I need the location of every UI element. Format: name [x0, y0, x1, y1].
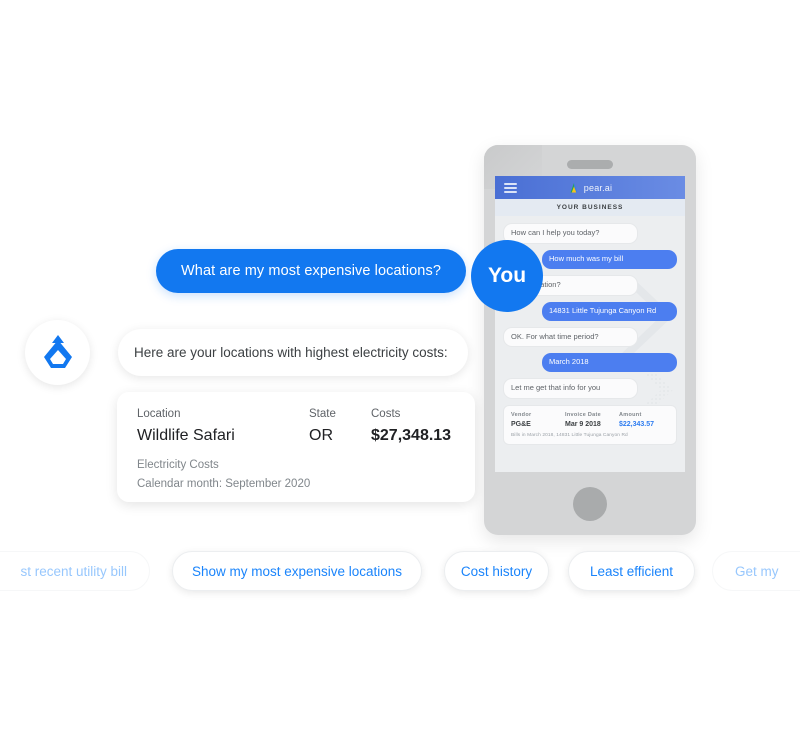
app-brand: pear.ai	[568, 182, 612, 194]
result-value-costs: $27,348.13	[371, 427, 452, 444]
chat-message-bot: Let me get that info for you	[503, 378, 638, 400]
user-question-bubble: What are my most expensive locations?	[156, 249, 466, 293]
result-header-location: Location	[137, 408, 181, 420]
result-header-state: State	[309, 408, 336, 420]
invoice-header-amount: Amount	[619, 412, 642, 419]
chat-message-user: March 2018	[542, 353, 677, 373]
mockup-canvas: pear.ai YOUR BUSINESS How can I help you	[0, 0, 800, 740]
result-period: Calendar month: September 2020	[137, 477, 311, 490]
result-header-costs: Costs	[371, 408, 401, 420]
hamburger-menu-icon[interactable]	[504, 182, 517, 193]
invoice-header-date: Invoice Date	[565, 412, 602, 419]
invoice-value-amount: $22,343.57	[619, 421, 655, 429]
bot-avatar	[25, 320, 90, 385]
invoice-result-card: Vendor Invoice Date Amount PG&E Mar 9 20…	[503, 405, 677, 446]
chat-message-user: 14831 Little Tujunga Canyon Rd	[542, 301, 677, 321]
suggestion-chip-label: Show my most expensive locations	[191, 563, 403, 579]
result-value-row: Wildlife Safari OR $27,348.13	[137, 427, 455, 445]
suggestion-chip-label: Get my	[735, 563, 779, 579]
invoice-header-vendor: Vendor	[511, 412, 532, 419]
invoice-footnote: Bills in March 2018, 14831 Little Tujung…	[511, 433, 628, 439]
invoice-header-row: Vendor Invoice Date Amount	[511, 412, 669, 421]
chat-message-bot: How can I help you today?	[503, 223, 638, 244]
suggestion-chip-row: st recent utility bill Show my most expe…	[0, 551, 800, 591]
suggestion-chip-label: Cost history	[460, 563, 533, 579]
phone-mockup: pear.ai YOUR BUSINESS How can I help you	[484, 145, 696, 535]
you-avatar-badge: You	[471, 240, 543, 312]
bot-reply-bubble: Here are your locations with highest ele…	[118, 329, 468, 376]
business-header-label: YOUR BUSINESS	[556, 204, 624, 211]
result-value-location: Wildlife Safari	[137, 427, 235, 444]
pear-ai-triangle-logo-icon	[570, 182, 578, 192]
suggestion-chip[interactable]: Get my	[712, 551, 800, 591]
you-badge-label: You	[487, 264, 527, 287]
water-drop-logo-icon	[43, 334, 72, 368]
suggestion-chip[interactable]: Cost history	[444, 551, 549, 591]
result-value-state: OR	[309, 427, 333, 444]
location-result-card: Location State Costs Wildlife Safari OR …	[117, 392, 475, 502]
suggestion-chip[interactable]: st recent utility bill	[0, 551, 150, 591]
user-question-text: What are my most expensive locations?	[181, 263, 441, 279]
app-brand-name: pear.ai	[583, 182, 613, 193]
phone-home-button[interactable]	[573, 487, 607, 521]
suggestion-chip[interactable]: Show my most expensive locations	[172, 551, 422, 591]
bot-reply-text: Here are your locations with highest ele…	[134, 345, 448, 360]
business-header-bar: YOUR BUSINESS	[495, 199, 685, 216]
app-bar: pear.ai	[495, 176, 685, 199]
invoice-value-vendor: PG&E	[511, 421, 531, 429]
phone-screen: pear.ai YOUR BUSINESS How can I help you	[495, 176, 685, 472]
chat-message-user: How much was my bill	[542, 249, 677, 269]
chat-message-bot: OK. For what time period?	[503, 326, 638, 348]
result-header-row: Location State Costs	[137, 408, 455, 427]
invoice-value-date: Mar 9 2018	[565, 421, 601, 429]
phone-speaker-grille	[567, 160, 613, 169]
suggestion-chip-label: Least efficient	[589, 563, 674, 579]
suggestion-chip[interactable]: Least efficient	[568, 551, 695, 591]
invoice-value-row: PG&E Mar 9 2018 $22,343.57	[511, 421, 669, 428]
result-subtitle: Electricity Costs	[137, 459, 219, 471]
suggestion-chip-label: st recent utility bill	[20, 563, 127, 579]
